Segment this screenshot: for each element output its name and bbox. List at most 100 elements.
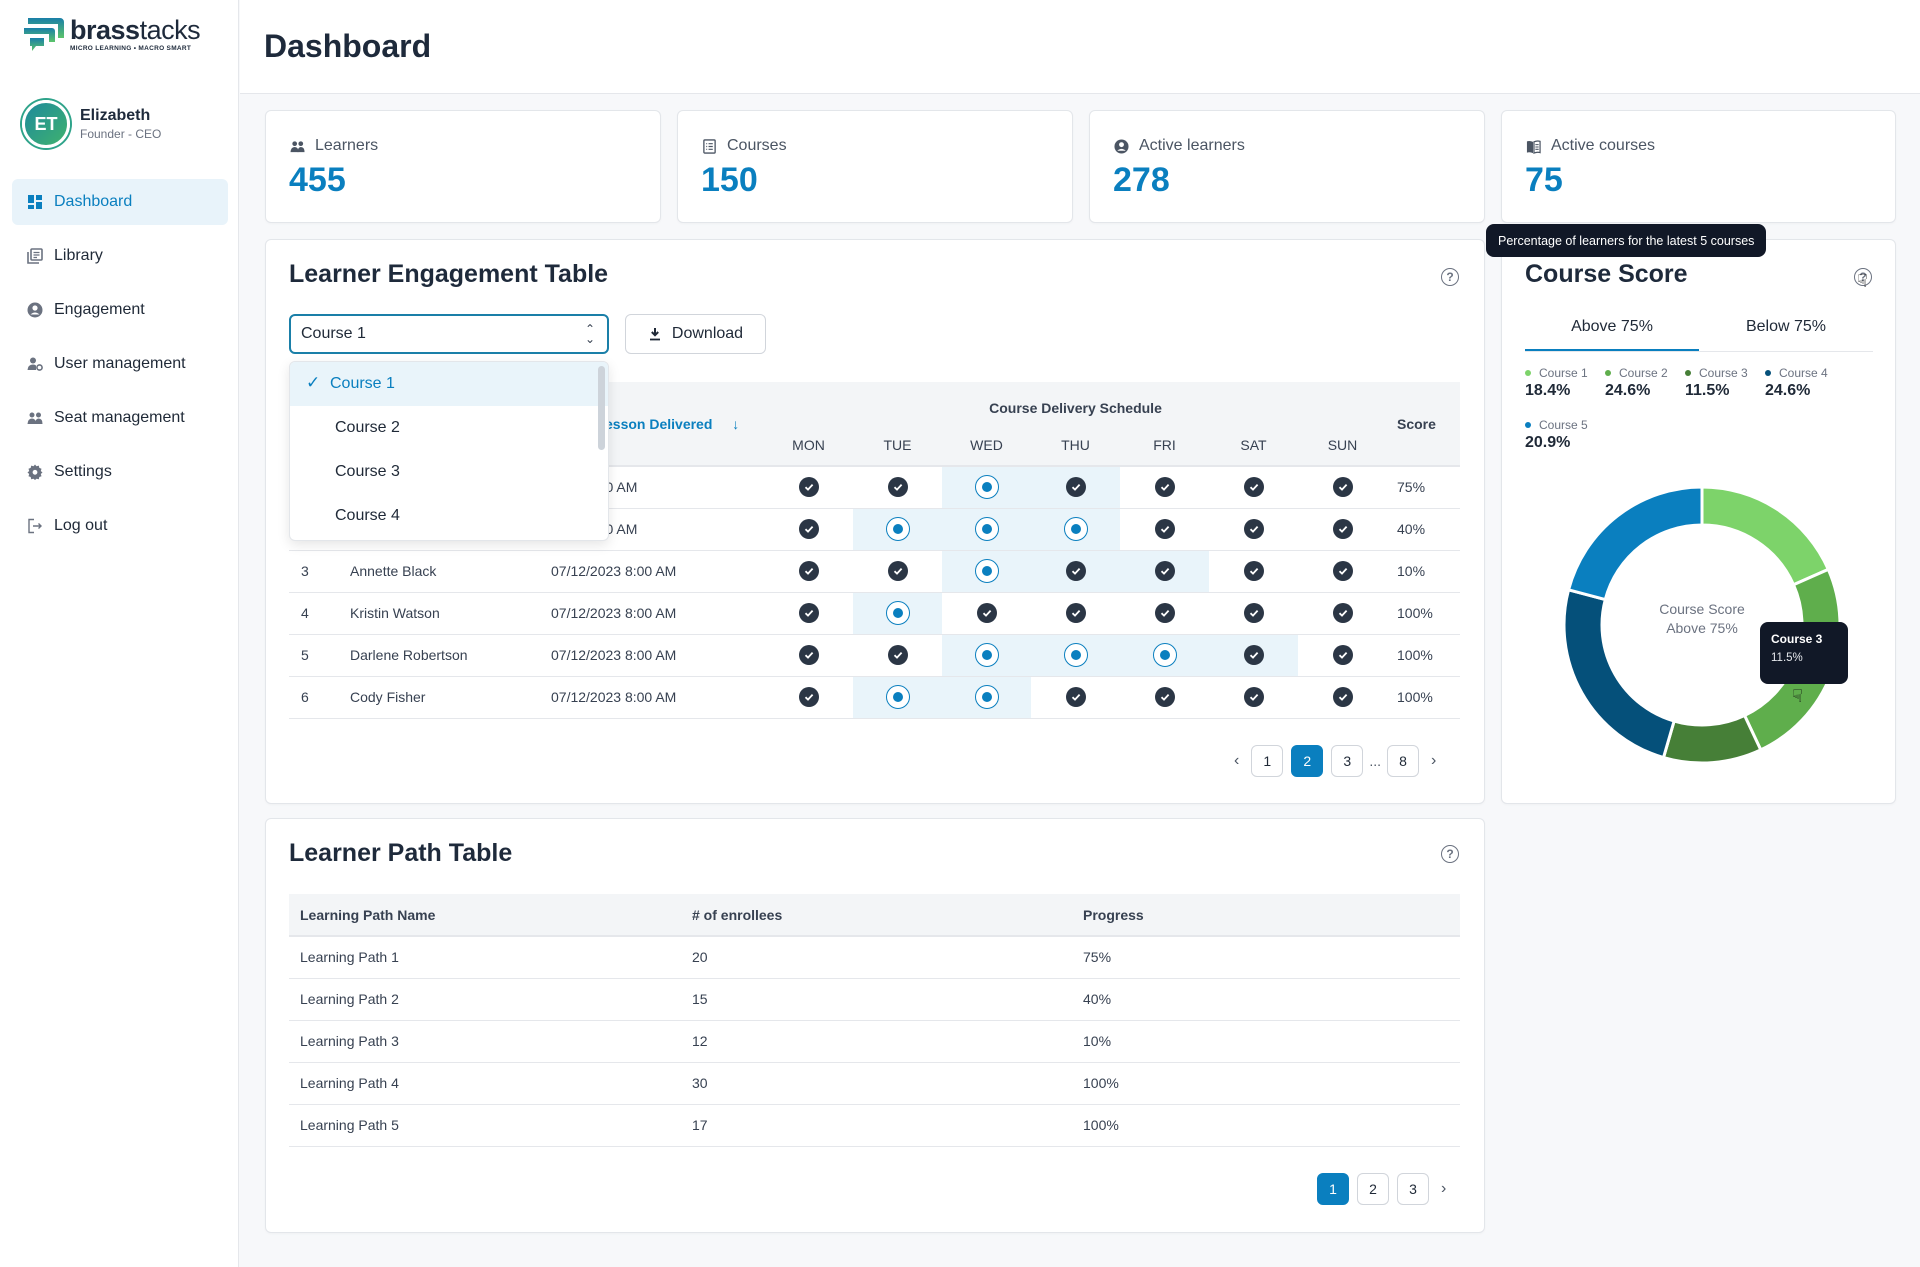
donut-slice-course-3[interactable] <box>1661 713 1763 765</box>
table-row[interactable]: Learning Path 2 15 40% <box>289 978 1460 1021</box>
brand-name-bold: brass <box>70 15 140 45</box>
brand-name-light: tacks <box>139 15 201 45</box>
legend-item[interactable]: Course 4 24.6% <box>1765 366 1845 400</box>
table-row[interactable]: 4 Kristin Watson 07/12/2023 8:00 AM 100% <box>289 592 1460 635</box>
help-icon[interactable]: ? <box>1441 268 1459 286</box>
check-circle-icon <box>798 519 819 539</box>
tooltip-course-name: Course 3 <box>1771 632 1823 646</box>
sort-arrow-down-icon[interactable]: ↓ <box>732 416 739 432</box>
schedule-cell <box>1298 676 1387 719</box>
schedule-cell <box>1031 592 1120 635</box>
in-progress-radio-icon <box>1063 643 1088 667</box>
check-circle-icon <box>1243 603 1264 623</box>
stat-card-active-learners: Active learners 278 <box>1089 110 1485 223</box>
user-name: Elizabeth <box>80 107 151 124</box>
download-label: Download <box>671 325 744 342</box>
schedule-cell <box>1209 676 1298 719</box>
legend-dot-icon <box>1765 370 1771 376</box>
legend-item[interactable]: Course 1 18.4% <box>1525 366 1605 400</box>
legend-value: 24.6% <box>1765 382 1811 399</box>
legend-label: Course 5 <box>1539 418 1588 432</box>
table-row[interactable]: 3 Annette Black 07/12/2023 8:00 AM 10% <box>289 550 1460 593</box>
learners-icon <box>290 140 305 152</box>
sidebar-item-settings[interactable]: Settings <box>12 449 228 495</box>
course-select-value: Course 1 <box>301 325 366 342</box>
pagination-page-1[interactable]: 1 <box>1317 1173 1349 1205</box>
dashboard-icon <box>26 193 44 211</box>
download-button[interactable]: Download <box>625 314 766 354</box>
course-select[interactable]: Course 1 ⌃ ⌄ <box>289 314 609 354</box>
pagination-page-3[interactable]: 3 <box>1331 745 1364 777</box>
column-header-path-name: Learning Path Name <box>289 894 681 937</box>
legend-item[interactable]: Course 2 24.6% <box>1605 366 1685 400</box>
schedule-cell <box>1298 466 1387 509</box>
dropdown-option-course-1[interactable]: ✓ Course 1 <box>290 362 608 406</box>
check-circle-icon <box>1065 687 1086 707</box>
path-pagination: 1 2 3 › <box>1313 1173 1454 1205</box>
sidebar-item-seat-management[interactable]: Seat management <box>12 395 228 441</box>
table-row[interactable]: Learning Path 5 17 100% <box>289 1104 1460 1147</box>
legend-label-row: Course 4 <box>1765 366 1845 380</box>
dropdown-option-course-3[interactable]: Course 3 <box>290 450 608 494</box>
pagination-next-button[interactable]: › <box>1441 1180 1446 1198</box>
dropdown-scrollbar[interactable] <box>598 366 605 450</box>
schedule-cell <box>1209 550 1298 593</box>
table-row[interactable]: Learning Path 3 12 10% <box>289 1020 1460 1063</box>
check-circle-icon <box>1332 645 1353 665</box>
sidebar-item-label: Library <box>54 247 103 264</box>
check-circle-icon <box>798 687 819 707</box>
row-number: 4 <box>289 592 345 635</box>
row-number: 3 <box>289 550 345 593</box>
sidebar-item-user-management[interactable]: User management <box>12 341 228 387</box>
table-row[interactable]: 5 Darlene Robertson 07/12/2023 8:00 AM 100% <box>289 634 1460 677</box>
in-progress-radio-icon <box>974 685 999 709</box>
pagination-page-last[interactable]: 8 <box>1387 745 1419 777</box>
sidebar-item-library[interactable]: Library <box>12 233 228 279</box>
legend-label: Course 2 <box>1619 366 1668 380</box>
sidebar: brasstacks MICRO LEARNING • MACRO SMART … <box>0 0 239 1267</box>
sidebar-item-engagement[interactable]: Engagement <box>12 287 228 333</box>
pagination-prev-button[interactable]: ‹ <box>1234 752 1239 770</box>
pagination-page-2[interactable]: 2 <box>1291 745 1324 777</box>
schedule-cell <box>942 634 1031 677</box>
table-row[interactable]: Learning Path 1 20 75% <box>289 936 1460 979</box>
brand-tagline: MICRO LEARNING • MACRO SMART <box>70 45 192 52</box>
check-icon: ✓ <box>306 373 321 392</box>
pagination-page-1[interactable]: 1 <box>1251 745 1284 777</box>
schedule-cell <box>942 466 1031 509</box>
pagination-page-2[interactable]: 2 <box>1357 1173 1389 1205</box>
donut-slice-course-1[interactable] <box>1700 485 1831 587</box>
pagination-page-3[interactable]: 3 <box>1397 1173 1429 1205</box>
stat-card-courses: Courses 150 <box>677 110 1073 223</box>
column-header-day: FRI <box>1153 436 1176 453</box>
pagination-next-button[interactable]: › <box>1431 752 1436 770</box>
table-row[interactable]: Learning Path 4 30 100% <box>289 1062 1460 1105</box>
legend-item[interactable]: Course 3 11.5% <box>1685 366 1765 400</box>
sidebar-item-log-out[interactable]: Log out <box>12 503 228 549</box>
tab-above-75[interactable]: Above 75% <box>1525 314 1699 351</box>
dropdown-option-course-4[interactable]: Course 4 <box>290 494 608 538</box>
check-circle-icon <box>1154 603 1175 623</box>
schedule-cell <box>1031 508 1120 551</box>
check-circle-icon <box>1332 561 1353 581</box>
check-circle-icon <box>1332 477 1353 498</box>
donut-slice-course-5[interactable] <box>1566 485 1704 602</box>
schedule-cell <box>853 676 942 719</box>
progress-value: 100% <box>1072 1062 1460 1105</box>
schedule-cell <box>1120 508 1209 551</box>
dropdown-option-course-2[interactable]: Course 2 <box>290 406 608 450</box>
progress-value: 100% <box>1072 1104 1460 1147</box>
legend-label-row: Course 2 <box>1605 366 1685 380</box>
legend-item[interactable]: Course 5 20.9% <box>1525 418 1605 452</box>
tab-below-75[interactable]: Below 75% <box>1699 314 1873 351</box>
table-row[interactable]: 6 Cody Fisher 07/12/2023 8:00 AM 100% <box>289 676 1460 719</box>
help-icon[interactable]: ? <box>1441 845 1459 863</box>
sidebar-item-dashboard[interactable]: Dashboard <box>12 179 228 225</box>
column-header-score: Score <box>1397 415 1436 432</box>
check-circle-icon <box>798 477 819 498</box>
user-profile[interactable]: ET Elizabeth Founder - CEO <box>22 100 161 148</box>
brand-logo[interactable]: brasstacks MICRO LEARNING • MACRO SMART <box>24 15 201 52</box>
schedule-cell <box>1209 634 1298 677</box>
check-circle-icon <box>1243 687 1264 707</box>
column-header-day: TUE <box>883 436 912 453</box>
